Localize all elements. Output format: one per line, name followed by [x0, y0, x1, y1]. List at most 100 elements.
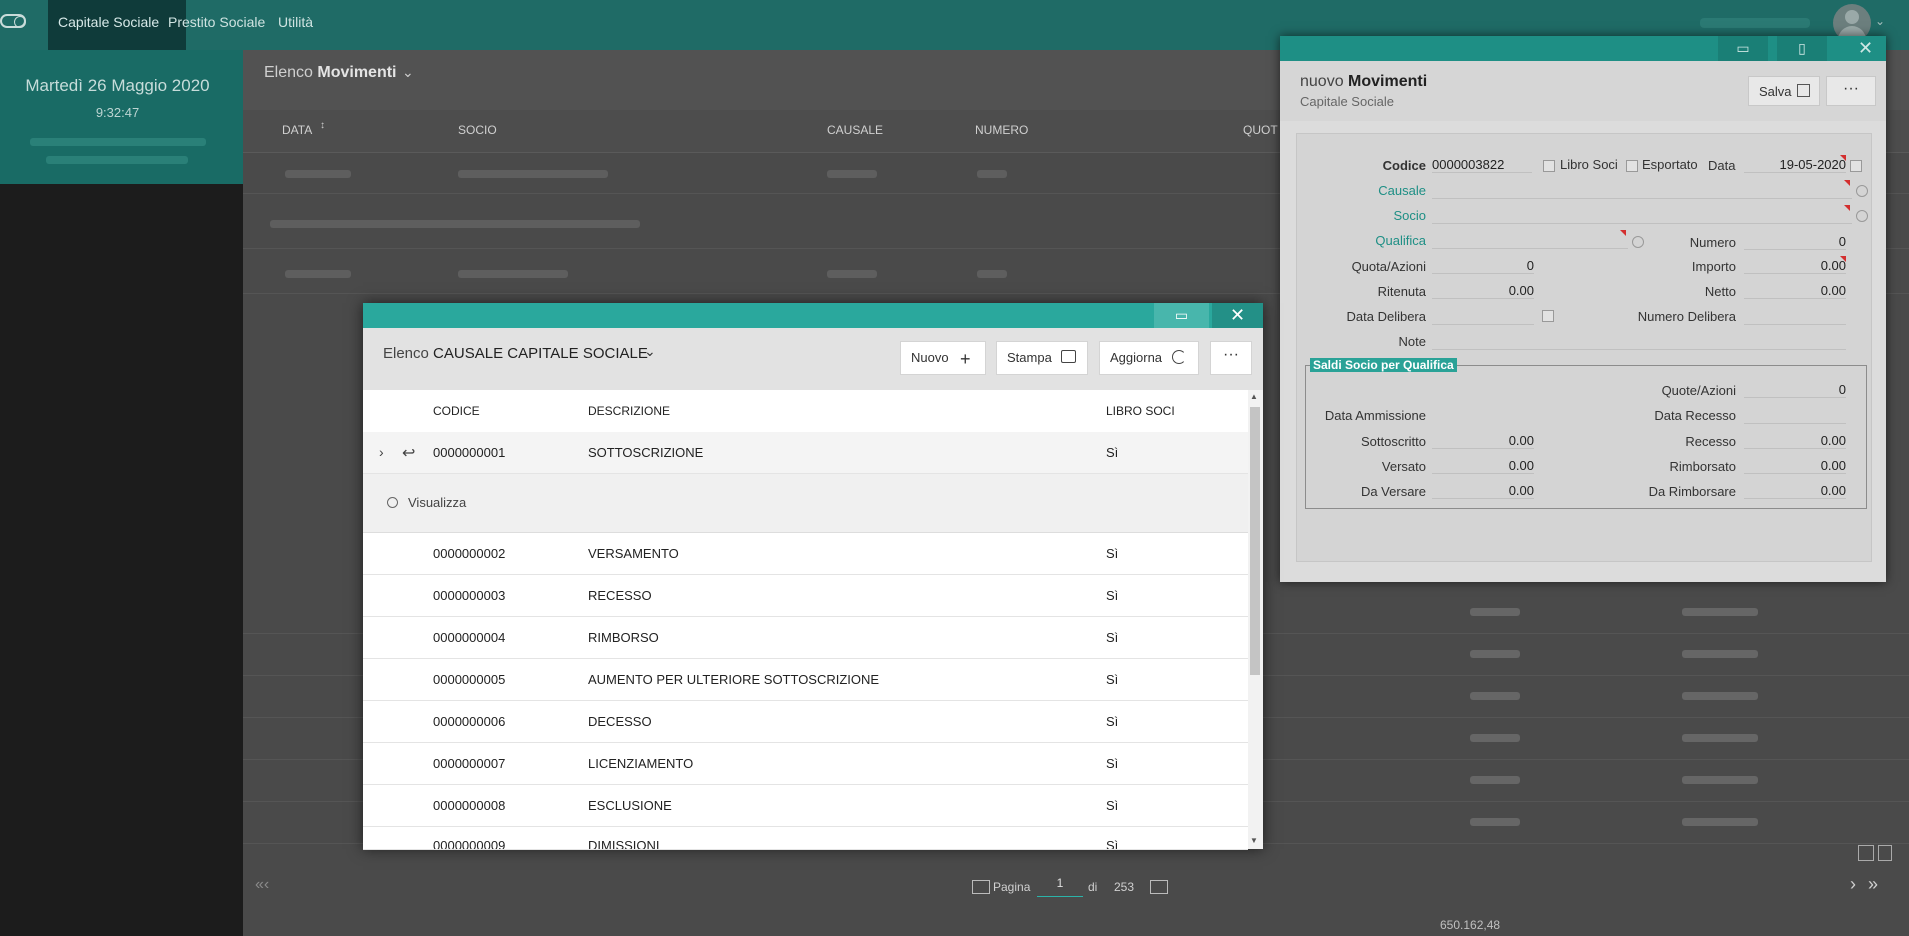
note-field[interactable]	[1432, 333, 1846, 350]
data-recesso-label: Data Recesso	[1654, 408, 1736, 423]
chevron-down-icon[interactable]: ⌄	[402, 64, 414, 81]
sort-icon[interactable]: ↕	[320, 120, 325, 131]
search-icon[interactable]	[1632, 236, 1644, 248]
column-header-causale[interactable]: CAUSALE	[827, 123, 883, 137]
numero-field[interactable]: 0	[1744, 234, 1846, 250]
required-marker	[1840, 155, 1846, 161]
sottoscritto-label: Sottoscritto	[1360, 434, 1426, 449]
more-options-button[interactable]: ···	[1826, 76, 1876, 106]
column-header-descrizione[interactable]: DESCRIZIONE	[588, 404, 670, 418]
aggiorna-button-label: Aggiorna	[1110, 350, 1163, 365]
cell-codice: 0000000001	[433, 445, 506, 460]
data-recesso-value	[1744, 407, 1846, 424]
column-header-data[interactable]: DATA	[282, 123, 312, 137]
ritenuta-field[interactable]: 0.00	[1432, 283, 1534, 299]
pager-page-input[interactable]: 1	[1037, 876, 1083, 897]
netto-field[interactable]: 0.00	[1744, 283, 1846, 299]
column-header-socio[interactable]: SOCIO	[458, 123, 497, 137]
cell-codice: 0000000003	[433, 588, 506, 603]
grid-settings-icon[interactable]	[1150, 880, 1168, 894]
versato-label: Versato	[1381, 459, 1426, 474]
maximize-icon[interactable]: ▭	[1154, 303, 1209, 328]
pager-next-icon[interactable]: ›	[1850, 874, 1856, 895]
nav-tab-prestito-sociale[interactable]: Prestito Sociale	[158, 0, 275, 50]
libro-soci-checkbox[interactable]	[1543, 160, 1555, 172]
recesso-label: Recesso	[1685, 434, 1736, 449]
blurred-text	[1470, 650, 1520, 658]
rimborsato-label: Rimborsato	[1669, 459, 1736, 474]
cell-descrizione: DECESSO	[588, 714, 652, 729]
search-icon[interactable]	[1856, 210, 1868, 222]
data-label: Data	[1708, 158, 1736, 173]
cell-libro-soci: Sì	[1106, 630, 1119, 645]
chevron-down-icon[interactable]: ⌄	[644, 343, 656, 360]
scroll-down-icon[interactable]: ▼	[1250, 836, 1258, 845]
menu-toggle-icon[interactable]	[0, 14, 26, 28]
blurred-text	[270, 220, 640, 228]
blurred-text	[1470, 776, 1520, 784]
ritenuta-label: Ritenuta	[1377, 284, 1426, 299]
recesso-value: 0.00	[1744, 433, 1846, 449]
data-delibera-field[interactable]	[1432, 308, 1534, 325]
visualizza-link[interactable]: Visualizza	[408, 495, 466, 510]
blurred-text	[458, 170, 608, 178]
cell-descrizione: RECESSO	[588, 588, 652, 603]
required-marker	[1840, 256, 1846, 262]
note-label: Note	[1398, 334, 1426, 349]
calendar-icon[interactable]	[1542, 310, 1554, 322]
search-icon[interactable]	[387, 497, 398, 508]
maximize-icon[interactable]: ▭	[1718, 36, 1768, 61]
qualifica-label[interactable]: Qualifica	[1330, 233, 1426, 248]
blurred-text	[1682, 734, 1758, 742]
blurred-text	[1682, 818, 1758, 826]
trash-icon[interactable]	[1878, 845, 1892, 861]
scroll-up-icon[interactable]: ▲	[1250, 392, 1258, 401]
esportato-checkbox[interactable]	[1626, 160, 1638, 172]
dialog-titlebar[interactable]	[363, 303, 1263, 328]
stampa-button-label: Stampa	[1007, 350, 1052, 365]
plus-icon: +	[960, 349, 971, 369]
pager-label: Pagina	[993, 880, 1031, 894]
column-header-quota[interactable]: QUOT	[1243, 123, 1278, 137]
search-icon[interactable]	[1856, 185, 1868, 197]
more-options-button[interactable]: ···	[1210, 341, 1252, 375]
blurred-text	[285, 270, 351, 278]
quota-field[interactable]: 0	[1432, 258, 1534, 274]
cell-descrizione: DIMISSIONI	[588, 838, 660, 849]
importo-field[interactable]: 0.00	[1744, 258, 1846, 274]
causale-field[interactable]	[1432, 182, 1852, 199]
causale-label[interactable]: Causale	[1330, 183, 1426, 198]
scrollbar-thumb[interactable]	[1250, 407, 1260, 675]
printer-icon	[1061, 350, 1076, 363]
bookmark-icon[interactable]: ▯	[1777, 36, 1827, 61]
nuovo-button[interactable]: Nuovo	[900, 341, 986, 375]
close-icon[interactable]: ✕	[1845, 36, 1886, 61]
qualifica-field[interactable]	[1432, 232, 1628, 249]
column-header-codice[interactable]: CODICE	[433, 404, 480, 418]
pager-last-icon[interactable]: »	[1868, 874, 1878, 895]
required-marker	[1844, 205, 1850, 211]
save-icon[interactable]	[1858, 845, 1874, 861]
chevron-down-icon[interactable]: ⌄	[1875, 14, 1885, 28]
codice-field[interactable]: 0000003822	[1432, 157, 1532, 173]
nav-tab-utilita[interactable]: Utilità	[268, 0, 323, 50]
cell-libro-soci: Sì	[1106, 546, 1119, 561]
data-ammissione-label: Data Ammissione	[1324, 408, 1426, 423]
calendar-icon[interactable]	[1850, 160, 1862, 172]
socio-label[interactable]: Socio	[1330, 208, 1426, 223]
grid-settings-icon[interactable]	[972, 880, 990, 894]
close-icon[interactable]: ✕	[1212, 303, 1263, 328]
cell-descrizione: AUMENTO PER ULTERIORE SOTTOSCRIZIONE	[588, 672, 880, 687]
blurred-text	[977, 170, 1007, 178]
saldi-legend: Saldi Socio per Qualifica	[1310, 358, 1457, 372]
return-arrow-icon[interactable]: ↩	[402, 443, 415, 463]
data-field[interactable]: 19-05-2020	[1744, 157, 1846, 173]
pager-first-icon[interactable]: «‹	[255, 876, 269, 894]
save-icon	[1797, 84, 1810, 97]
numero-delibera-field[interactable]	[1744, 308, 1846, 325]
column-header-libro-soci[interactable]: LIBRO SOCI	[1106, 404, 1175, 418]
chevron-right-icon[interactable]: ›	[379, 444, 384, 460]
blurred-text	[30, 138, 206, 146]
column-header-numero[interactable]: NUMERO	[975, 123, 1028, 137]
socio-field[interactable]	[1432, 207, 1852, 224]
